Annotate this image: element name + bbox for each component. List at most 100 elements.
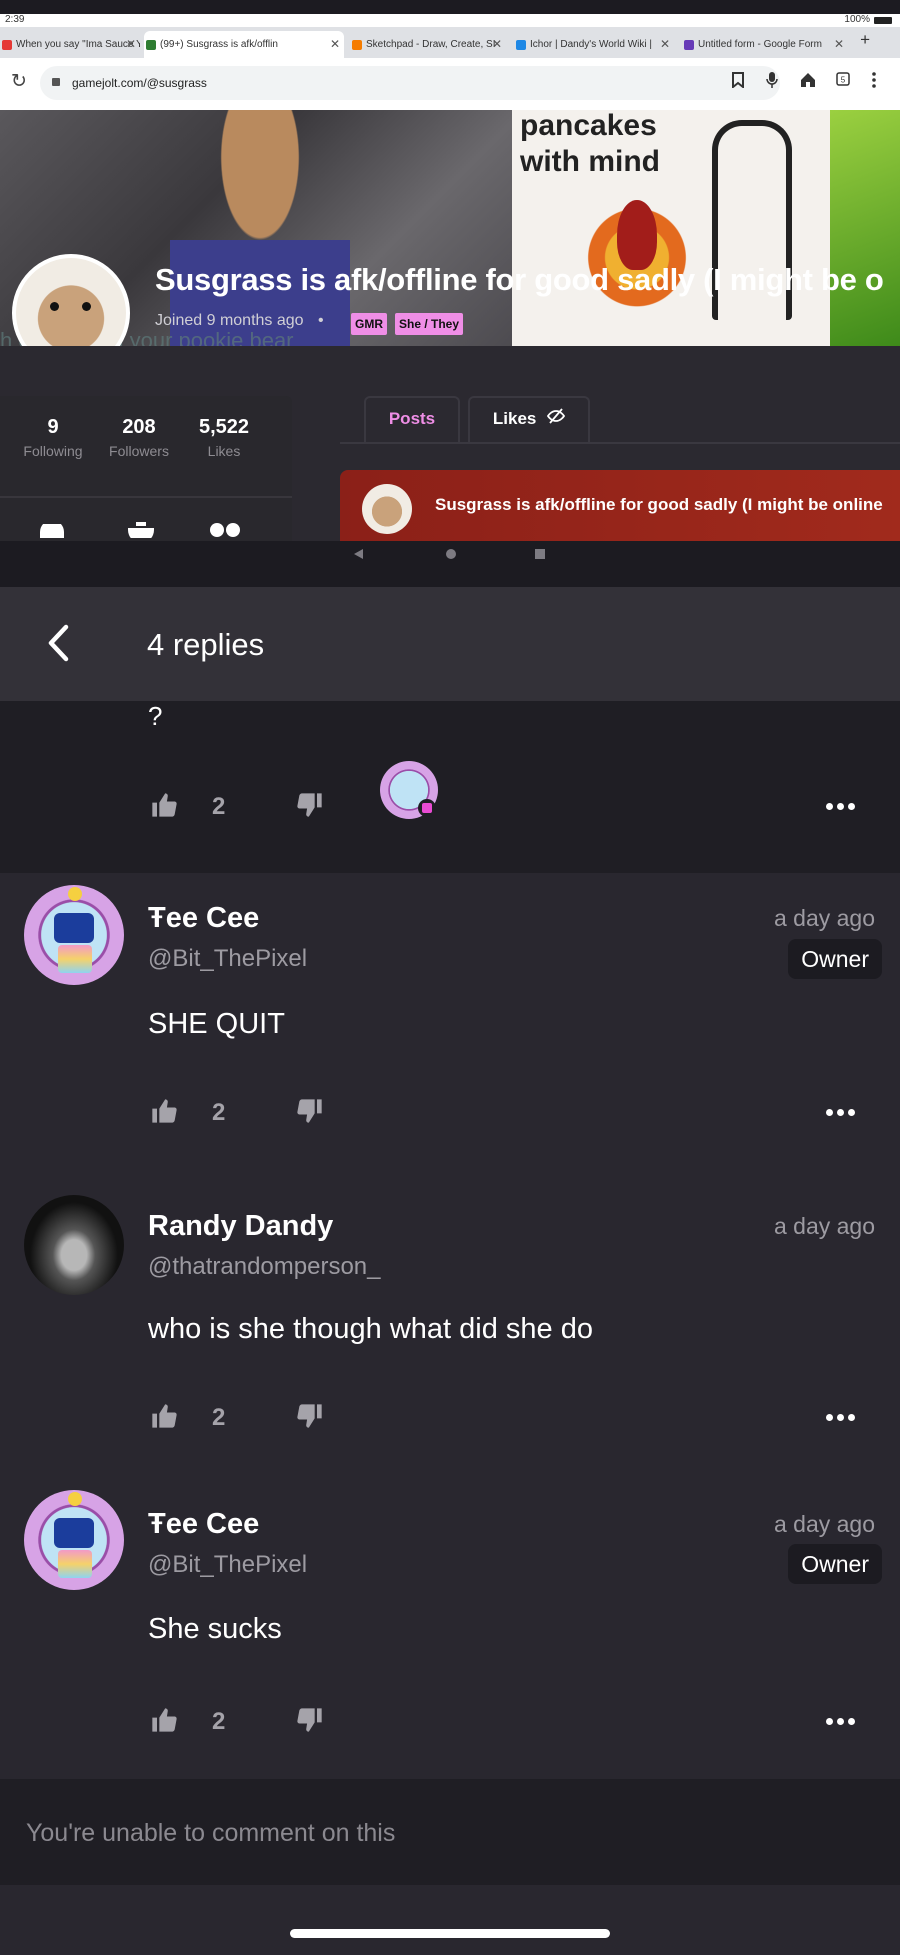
- more-horizontal-icon[interactable]: [826, 1414, 855, 1422]
- like-count: 2: [212, 1099, 226, 1126]
- thumbs-down-icon[interactable]: [296, 1402, 324, 1435]
- author-handle[interactable]: @Bit_ThePixel: [148, 1551, 307, 1579]
- close-tab-icon[interactable]: ✕: [834, 31, 844, 58]
- browser-tab-active[interactable]: (99+) Susgrass is afk/offlin ✕: [144, 31, 344, 58]
- thumbs-up-icon[interactable]: [150, 1706, 178, 1739]
- tab-switcher-icon[interactable]: 5: [836, 72, 850, 90]
- like-count: 2: [212, 1708, 226, 1735]
- browser-tab[interactable]: When you say "Ima Sauce Y ✕: [0, 31, 140, 58]
- home-icon[interactable]: [800, 72, 816, 91]
- avatar-eye: [82, 302, 91, 311]
- address-bar[interactable]: gamejolt.com/@susgrass: [40, 66, 780, 100]
- browser-toolbar: ↻ gamejolt.com/@susgrass 5: [0, 58, 900, 110]
- battery-text: 100%: [844, 14, 870, 25]
- tab-likes[interactable]: Likes: [468, 396, 590, 442]
- shared-screenshot: 2:39 100% When you say "Ima Sauce Y ✕ (9…: [0, 0, 900, 587]
- banner-art-right: [830, 110, 900, 346]
- owner-badge: Owner: [788, 939, 882, 979]
- author-name[interactable]: Randy Dandy: [148, 1210, 333, 1243]
- author-name[interactable]: Ŧee Cee: [148, 902, 259, 935]
- meta-dot: •: [318, 312, 324, 329]
- author-name[interactable]: Ŧee Cee: [148, 1508, 259, 1541]
- bow-icon: [68, 1492, 82, 1506]
- chevron-left-icon[interactable]: [40, 623, 80, 663]
- gamejolt-favicon-icon: [146, 40, 156, 50]
- more-horizontal-icon[interactable]: [826, 803, 855, 811]
- banner-character: [170, 110, 350, 346]
- battery-icon: [874, 17, 892, 24]
- tab-posts[interactable]: Posts: [364, 396, 460, 442]
- profile-stats: 9 Following 208 Followers 5,522 Likes: [0, 396, 292, 543]
- badge-pronouns: She / They: [395, 313, 464, 335]
- tab-title: Sketchpad - Draw, Create, SI: [366, 39, 496, 50]
- close-tab-icon[interactable]: ✕: [492, 31, 502, 58]
- tab-likes-label: Likes: [492, 409, 537, 428]
- banner-caption: pancakes with mind: [520, 110, 660, 180]
- home-indicator[interactable]: [290, 1929, 610, 1938]
- profile-body: 9 Following 208 Followers 5,522 Likes Po…: [0, 346, 900, 543]
- cardinal-art: [617, 200, 657, 270]
- avatar[interactable]: [24, 1490, 124, 1590]
- browser-tab[interactable]: Untitled form - Google Form ✕: [682, 31, 848, 58]
- like-count: 2: [212, 793, 226, 820]
- screen: 2:39 100% When you say "Ima Sauce Y ✕ (9…: [0, 0, 900, 1955]
- bookmark-icon[interactable]: [732, 72, 744, 92]
- post-title: Susgrass is afk/offline for good sadly (…: [435, 495, 883, 514]
- timestamp: a day ago: [773, 1511, 875, 1537]
- stat-label: Following: [23, 443, 83, 459]
- thumbs-up-icon[interactable]: [150, 791, 178, 824]
- nav-back-icon[interactable]: [352, 547, 364, 565]
- author-handle[interactable]: @Bit_ThePixel: [148, 945, 307, 973]
- thumbs-down-icon[interactable]: [296, 1097, 324, 1130]
- menu-kebab-icon[interactable]: [872, 72, 876, 92]
- browser-tab-strip: When you say "Ima Sauce Y ✕ (99+) Susgra…: [0, 27, 900, 58]
- stat-likes[interactable]: 5,522 Likes: [179, 416, 269, 459]
- more-horizontal-icon[interactable]: [826, 1109, 855, 1117]
- more-horizontal-icon[interactable]: [826, 1718, 855, 1726]
- comment-text: SHE QUIT: [148, 1008, 285, 1040]
- close-tab-icon[interactable]: ✕: [660, 31, 670, 58]
- thumbs-down-icon[interactable]: [296, 791, 324, 824]
- stat-followers[interactable]: 208 Followers: [94, 416, 184, 459]
- comment-text: ?: [148, 701, 163, 731]
- bow-icon: [68, 887, 82, 901]
- close-tab-icon[interactable]: ✕: [330, 31, 340, 58]
- hidden-eye-icon: [547, 408, 566, 428]
- author-handle[interactable]: @thatrandomperson_: [148, 1253, 381, 1281]
- avatar[interactable]: [24, 885, 124, 985]
- comment-actions: 2: [148, 1706, 868, 1738]
- stat-value: 9: [47, 416, 59, 438]
- profile-name: Susgrass is afk/offline for good sadly (…: [155, 262, 884, 297]
- comment-text: She sucks: [148, 1613, 282, 1645]
- badge-gmr: GMR: [351, 313, 387, 335]
- avatar[interactable]: [24, 1195, 124, 1295]
- tab-title: Untitled form - Google Form: [698, 39, 822, 50]
- robot-body: [58, 1550, 92, 1578]
- thumbs-up-icon[interactable]: [150, 1097, 178, 1130]
- new-tab-icon[interactable]: +: [860, 30, 870, 50]
- thumbs-down-icon[interactable]: [296, 1706, 324, 1739]
- device-status-bar: 2:39 100%: [0, 14, 900, 27]
- post-card[interactable]: Susgrass is afk/offline for good sadly (…: [340, 470, 900, 541]
- wiki-favicon-icon: [516, 40, 526, 50]
- reload-icon[interactable]: ↻: [11, 70, 27, 93]
- tab-title: When you say "Ima Sauce Y: [16, 39, 140, 50]
- stat-following[interactable]: 9 Following: [8, 416, 98, 459]
- thumbs-up-icon[interactable]: [150, 1402, 178, 1435]
- microphone-icon[interactable]: [766, 72, 778, 92]
- like-count: 2: [212, 1404, 226, 1431]
- browser-tab[interactable]: Ichor | Dandy's World Wiki | ✕: [514, 31, 674, 58]
- close-tab-icon[interactable]: ✕: [126, 31, 136, 58]
- replier-avatar[interactable]: [380, 761, 438, 819]
- owner-badge: Owner: [788, 1544, 882, 1584]
- comment-actions: 2: [148, 761, 868, 824]
- comment-actions: 2: [148, 1402, 868, 1434]
- nav-home-icon[interactable]: [445, 547, 457, 565]
- nav-recents-icon[interactable]: [534, 547, 546, 565]
- post-avatar: [362, 484, 412, 534]
- browser-tab[interactable]: Sketchpad - Draw, Create, SI ✕: [350, 31, 506, 58]
- comment-text: who is she though what did she do: [148, 1313, 593, 1345]
- tab-title: (99+) Susgrass is afk/offlin: [160, 39, 278, 50]
- robot-body: [58, 945, 92, 973]
- timestamp: a day ago: [773, 905, 875, 931]
